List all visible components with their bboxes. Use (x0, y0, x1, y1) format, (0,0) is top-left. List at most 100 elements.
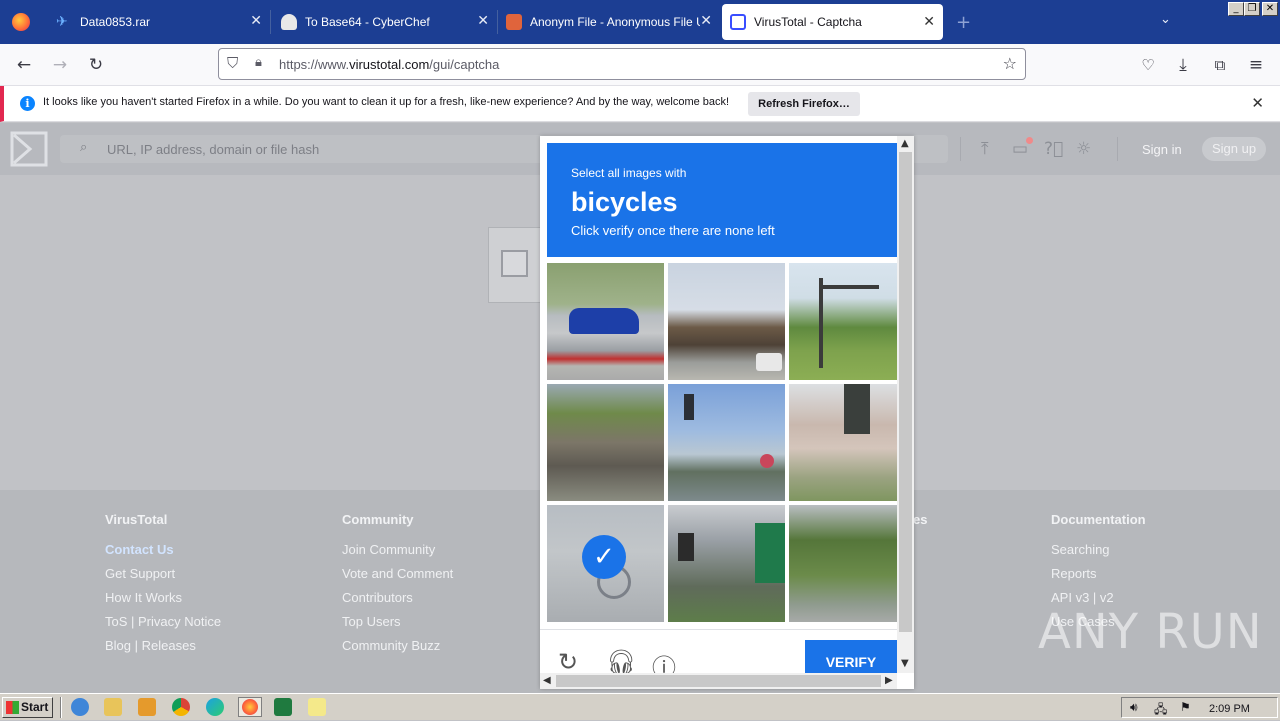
sign-up-button[interactable]: Sign up (1202, 137, 1266, 161)
footer-heading: es (913, 512, 928, 527)
close-icon[interactable]: ✕ (700, 12, 712, 29)
captcha-tile-3[interactable] (789, 263, 906, 380)
url-bar[interactable]: ⛉ 🔒︎ https://www.virustotal.com/gui/capt… (218, 48, 1026, 80)
clock: 2:09 PM (1209, 703, 1250, 715)
new-tab-icon[interactable]: + (956, 12, 971, 33)
tab-title: To Base64 - CyberChef (305, 15, 430, 29)
footer-link-contributors[interactable]: Contributors (342, 588, 453, 612)
help-icon[interactable]: ?⃝ (1044, 139, 1063, 159)
network-icon[interactable]: 🖧 (1154, 700, 1167, 721)
tab-title: Anonym File - Anonymous File Uplo (530, 15, 700, 29)
explorer-icon[interactable] (104, 698, 122, 716)
lock-icon[interactable]: 🔒︎ (255, 55, 262, 70)
captcha-tile-6[interactable] (789, 384, 906, 501)
pocket-icon[interactable]: ♡ (1134, 44, 1162, 86)
navigation-bar: ← → ↻ ⛉ 🔒︎ https://www.virustotal.com/gu… (0, 44, 1280, 86)
verify-button[interactable]: VERIFY (805, 640, 897, 673)
bookmark-star-icon[interactable]: ☆ (1003, 54, 1017, 73)
prompt-line: Select all images with (571, 166, 687, 180)
captcha-checkbox[interactable] (501, 250, 528, 277)
firefox-taskbar-icon[interactable] (238, 697, 262, 717)
anyrun-watermark: ANY RUN (1038, 604, 1263, 660)
captcha-tile-8[interactable] (668, 505, 785, 622)
footer-link-blog-releases[interactable]: Blog | Releases (105, 636, 221, 660)
start-button[interactable]: Start (2, 697, 53, 718)
list-tabs-chevron-icon[interactable]: ⌄ (1160, 12, 1171, 27)
close-icon[interactable]: ✕ (1251, 94, 1264, 112)
edge-icon[interactable] (206, 698, 224, 716)
audio-challenge-icon[interactable]: 🎧︎ (606, 648, 636, 676)
refresh-challenge-icon[interactable]: ↻ (558, 648, 578, 676)
footer-link-searching[interactable]: Searching (1051, 540, 1146, 564)
close-icon[interactable]: ✕ (250, 12, 262, 29)
window-close-button[interactable]: ✕ (1262, 2, 1278, 16)
scroll-down-icon[interactable]: ▼ (901, 658, 909, 669)
footer-link-tos-privacy[interactable]: ToS | Privacy Notice (105, 612, 221, 636)
footer-link-vote-comment[interactable]: Vote and Comment (342, 564, 453, 588)
restore-button[interactable]: ❐ (1244, 2, 1260, 16)
media-player-icon[interactable] (138, 698, 156, 716)
footer-link-community-buzz[interactable]: Community Buzz (342, 636, 453, 660)
captcha-challenge: Select all images with bicycles Click ve… (540, 136, 914, 689)
back-icon[interactable]: ← (10, 44, 38, 86)
captcha-tile-4[interactable] (547, 384, 664, 501)
forward-icon[interactable]: → (46, 44, 74, 86)
footer-heading: Documentation (1051, 512, 1146, 527)
windows-flag-icon (6, 701, 19, 714)
url-text[interactable]: https://www.virustotal.com/gui/captcha (279, 57, 499, 72)
downloads-icon[interactable]: ⤓ (1169, 44, 1197, 86)
vertical-scrollbar[interactable]: ▲ ▼ (897, 136, 914, 673)
tab-strip: ✈ Data0853.rar ✕ To Base64 - CyberChef ✕… (0, 0, 1280, 44)
footer-link-how-it-works[interactable]: How It Works (105, 588, 221, 612)
captcha-tile-7[interactable]: ✓ (547, 505, 664, 622)
close-icon[interactable]: ✕ (923, 13, 935, 30)
reload-icon[interactable]: ↻ (82, 44, 110, 86)
search-icon: ⌕ (80, 140, 88, 155)
chef-hat-icon (281, 14, 297, 30)
system-tray: 🔊︎ 🖧 ⚑ (1121, 697, 1278, 718)
captcha-tile-2[interactable] (668, 263, 785, 380)
theme-sun-icon[interactable]: ☼ (1076, 139, 1091, 159)
refresh-firefox-button[interactable]: Refresh Firefox… (748, 92, 860, 116)
firefox-menu-icon[interactable] (12, 13, 30, 31)
scroll-left-icon[interactable]: ◀ (543, 675, 551, 686)
minimize-button[interactable]: _ (1228, 2, 1244, 16)
ie-icon[interactable] (71, 698, 89, 716)
flag-icon[interactable]: ⚑ (1180, 700, 1191, 714)
search-placeholder: URL, IP address, domain or file hash (107, 142, 320, 157)
horizontal-scrollbar[interactable]: ◀ ▶ (540, 673, 897, 689)
captcha-tile-1[interactable] (547, 263, 664, 380)
close-icon[interactable]: ✕ (477, 12, 489, 29)
extensions-icon[interactable]: ⧉ (1206, 44, 1234, 86)
scroll-up-icon[interactable]: ▲ (901, 138, 909, 149)
footer-column-partial: es (913, 512, 927, 540)
anonym-file-icon (506, 14, 522, 30)
upload-icon[interactable]: ⤒ (981, 139, 989, 159)
footer-link-top-users[interactable]: Top Users (342, 612, 453, 636)
footer-link-join-community[interactable]: Join Community (342, 540, 453, 564)
shield-icon[interactable]: ⛉ (227, 54, 238, 72)
captcha-tile-9[interactable] (789, 505, 906, 622)
tab-data0853[interactable]: ✈ Data0853.rar ✕ (44, 0, 270, 44)
footer-column-virustotal: VirusTotal Contact Us Get Support How It… (105, 512, 221, 660)
tab-anonym-file[interactable]: Anonym File - Anonymous File Uplo ✕ (498, 0, 720, 44)
tab-cyberchef[interactable]: To Base64 - CyberChef ✕ (271, 0, 497, 44)
footer-link-contact-us[interactable]: Contact Us (105, 540, 221, 564)
chrome-icon[interactable] (172, 698, 190, 716)
selected-check-icon: ✓ (582, 535, 626, 579)
footer-heading: Community (342, 512, 414, 527)
volume-icon[interactable]: 🔊︎ (1130, 700, 1138, 715)
captcha-tile-5[interactable] (668, 384, 785, 501)
tab-virustotal-captcha[interactable]: VirusTotal - Captcha ✕ (722, 4, 943, 40)
sign-in-link[interactable]: Sign in (1142, 142, 1182, 157)
tab-title: VirusTotal - Captcha (754, 15, 862, 29)
virustotal-icon (730, 14, 746, 30)
scroll-right-icon[interactable]: ▶ (885, 675, 893, 686)
prompt-instruction: Click verify once there are none left (571, 223, 775, 238)
excel-icon[interactable] (274, 698, 292, 716)
virustotal-logo-icon[interactable] (10, 131, 48, 167)
footer-link-get-support[interactable]: Get Support (105, 564, 221, 588)
menu-icon[interactable]: ≡ (1242, 44, 1270, 86)
notepad-icon[interactable] (308, 698, 326, 716)
footer-link-reports[interactable]: Reports (1051, 564, 1146, 588)
